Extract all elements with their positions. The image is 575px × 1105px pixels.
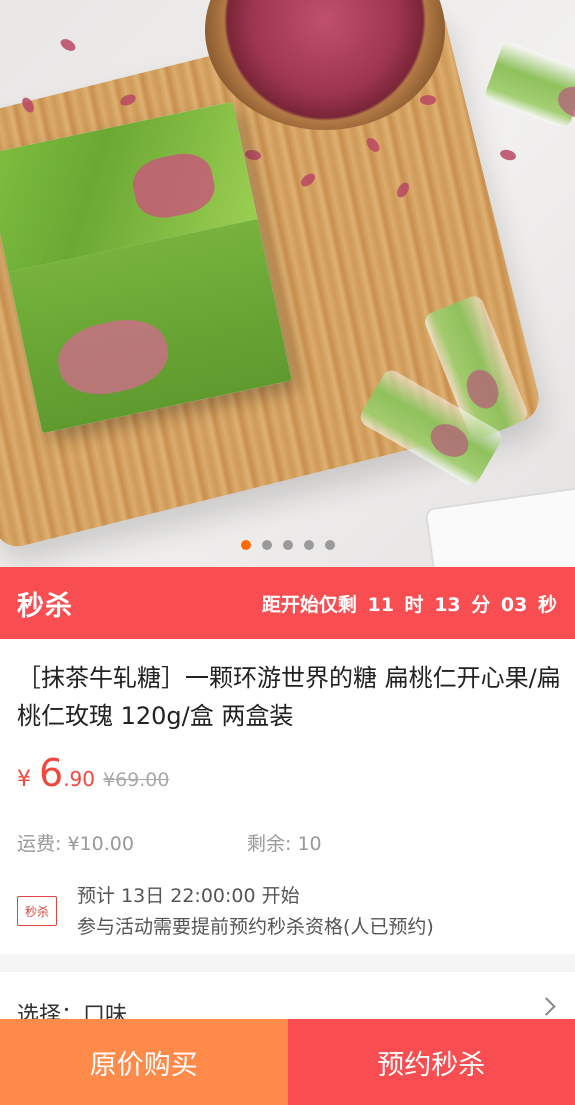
- countdown-hours-unit: 时: [404, 593, 424, 616]
- price-block: ¥ 6 .90 ¥69.00: [17, 751, 169, 795]
- flash-sale-title: 秒杀: [17, 590, 73, 622]
- carousel-dot[interactable]: [324, 540, 335, 550]
- carousel-dot[interactable]: [303, 540, 314, 550]
- countdown-hours: 11: [367, 593, 394, 616]
- carousel-dot[interactable]: [261, 540, 272, 550]
- flash-sale-badge: 秒杀: [17, 896, 57, 926]
- card-image: [424, 481, 575, 567]
- schedule-start-time: 预计 13日 22:00:00 开始: [77, 885, 300, 907]
- countdown-seconds-unit: 秒: [537, 593, 557, 616]
- buy-original-price-button[interactable]: 原价购买: [0, 1019, 288, 1105]
- countdown-seconds: 03: [500, 593, 528, 616]
- bottom-action-bar: 原价购买 预约秒杀: [0, 1019, 575, 1105]
- chevron-right-icon: [537, 997, 556, 1016]
- original-price: ¥69.00: [103, 769, 170, 791]
- countdown-prefix: 距开始仅剩: [261, 593, 357, 616]
- sale-schedule: 预计 13日 22:00:00 开始 参与活动需要提前预约秒杀资格(人已预约): [77, 881, 434, 943]
- carousel-dot[interactable]: [282, 540, 293, 550]
- candy-piece-image: [483, 40, 575, 130]
- countdown-timer: 距开始仅剩 11 时 13 分 03 秒: [262, 590, 557, 617]
- carousel-indicator: [0, 540, 575, 550]
- flash-sale-banner: 秒杀 距开始仅剩 11 时 13 分 03 秒: [0, 567, 575, 639]
- countdown-minutes: 13: [434, 593, 461, 616]
- shipping-fee: 运费: ¥10.00: [17, 833, 134, 855]
- product-image-carousel[interactable]: [0, 0, 575, 567]
- countdown-minutes-unit: 分: [471, 593, 491, 616]
- price-decimal: .90: [63, 767, 95, 791]
- petal-decoration: [498, 147, 518, 163]
- reserve-flash-sale-button[interactable]: 预约秒杀: [287, 1019, 575, 1105]
- product-title: ［抹茶牛轧糖］一颗环游世界的糖 扁桃仁开心果/扁桃仁玫瑰 120g/盒 两盒装: [17, 664, 561, 730]
- stock-remaining: 剩余: 10: [247, 833, 322, 855]
- reservation-note: 参与活动需要提前预约秒杀资格(人已预约): [77, 916, 434, 938]
- carousel-dot-active[interactable]: [240, 540, 251, 550]
- price-currency: ¥: [17, 767, 31, 792]
- price-integer: 6: [39, 751, 64, 795]
- product-info-panel: ［抹茶牛轧糖］一颗环游世界的糖 扁桃仁开心果/扁桃仁玫瑰 120g/盒 两盒装 …: [0, 639, 575, 954]
- petal-decoration: [58, 36, 78, 54]
